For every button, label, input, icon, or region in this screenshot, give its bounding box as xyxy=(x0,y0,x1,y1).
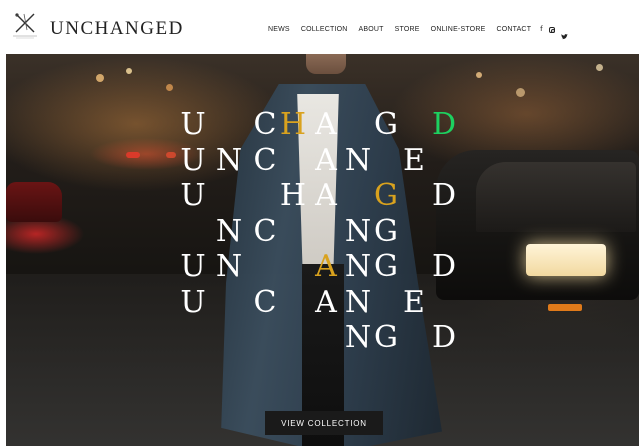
brand-letter: E xyxy=(403,142,425,178)
brand-letter: G xyxy=(374,320,398,355)
twitter-icon[interactable] xyxy=(560,27,568,39)
nav-item-collection[interactable]: COLLECTION xyxy=(301,26,348,33)
nav-item-news[interactable]: NEWS xyxy=(268,26,290,33)
nav-item-about[interactable]: ABOUT xyxy=(359,26,384,33)
brand-name[interactable]: UNCHANGED xyxy=(50,18,184,40)
brand-letter: U xyxy=(180,284,206,320)
nav-item-store[interactable]: STORE xyxy=(395,26,420,33)
social-links: f xyxy=(540,26,568,39)
crossed-needles-icon[interactable] xyxy=(10,10,40,40)
brand-letter: A xyxy=(315,142,337,178)
brand-letter: U xyxy=(180,107,206,142)
brand-letter: A xyxy=(315,178,337,213)
brand-letter: D xyxy=(431,107,457,142)
brand-letter: A xyxy=(315,249,337,284)
brand-letter: D xyxy=(431,249,457,284)
brand-letter: D xyxy=(431,178,457,213)
main-nav: NEWS COLLECTION ABOUT STORE ONLINE-STORE… xyxy=(268,26,568,39)
brand-letter: U xyxy=(180,142,206,178)
brand-letter: C xyxy=(253,284,277,320)
brand-letter: N xyxy=(344,142,372,178)
instagram-icon[interactable] xyxy=(548,26,555,33)
brand-letter: H xyxy=(279,178,307,213)
brand-letter: U xyxy=(180,249,206,284)
brand-letter: N xyxy=(215,249,243,284)
facebook-icon[interactable]: f xyxy=(540,26,542,33)
nav-item-contact[interactable]: CONTACT xyxy=(496,26,531,33)
brand-letter: U xyxy=(180,178,206,213)
brand-letter: G xyxy=(374,178,398,213)
brand-letter: N xyxy=(215,142,243,178)
hero-image: UCHAGDUNCANEUHAGDNCNGUNANGDUCANENGD xyxy=(6,54,639,446)
brand-letter: C xyxy=(253,213,277,249)
brand-letter: N xyxy=(344,284,372,320)
brand-letter: N xyxy=(215,213,243,249)
view-collection-button[interactable]: VIEW COLLECTION xyxy=(265,411,383,435)
brand-letter: A xyxy=(315,107,337,142)
brand-letter: D xyxy=(431,320,457,355)
brand-letter: G xyxy=(374,213,398,249)
brand-type-grid: UCHAGDUNCANEUHAGDNCNGUNANGDUCANENGD xyxy=(6,54,639,446)
nav-item-online-store[interactable]: ONLINE-STORE xyxy=(431,26,486,33)
brand-letter: G xyxy=(374,249,398,284)
site-header: UNCHANGED NEWS COLLECTION ABOUT STORE ON… xyxy=(0,0,639,56)
brand-letter: H xyxy=(279,107,307,142)
brand-letter: A xyxy=(315,284,337,320)
brand-letter: E xyxy=(403,284,425,320)
brand-letter: G xyxy=(374,107,398,142)
brand-letter: C xyxy=(253,142,277,178)
